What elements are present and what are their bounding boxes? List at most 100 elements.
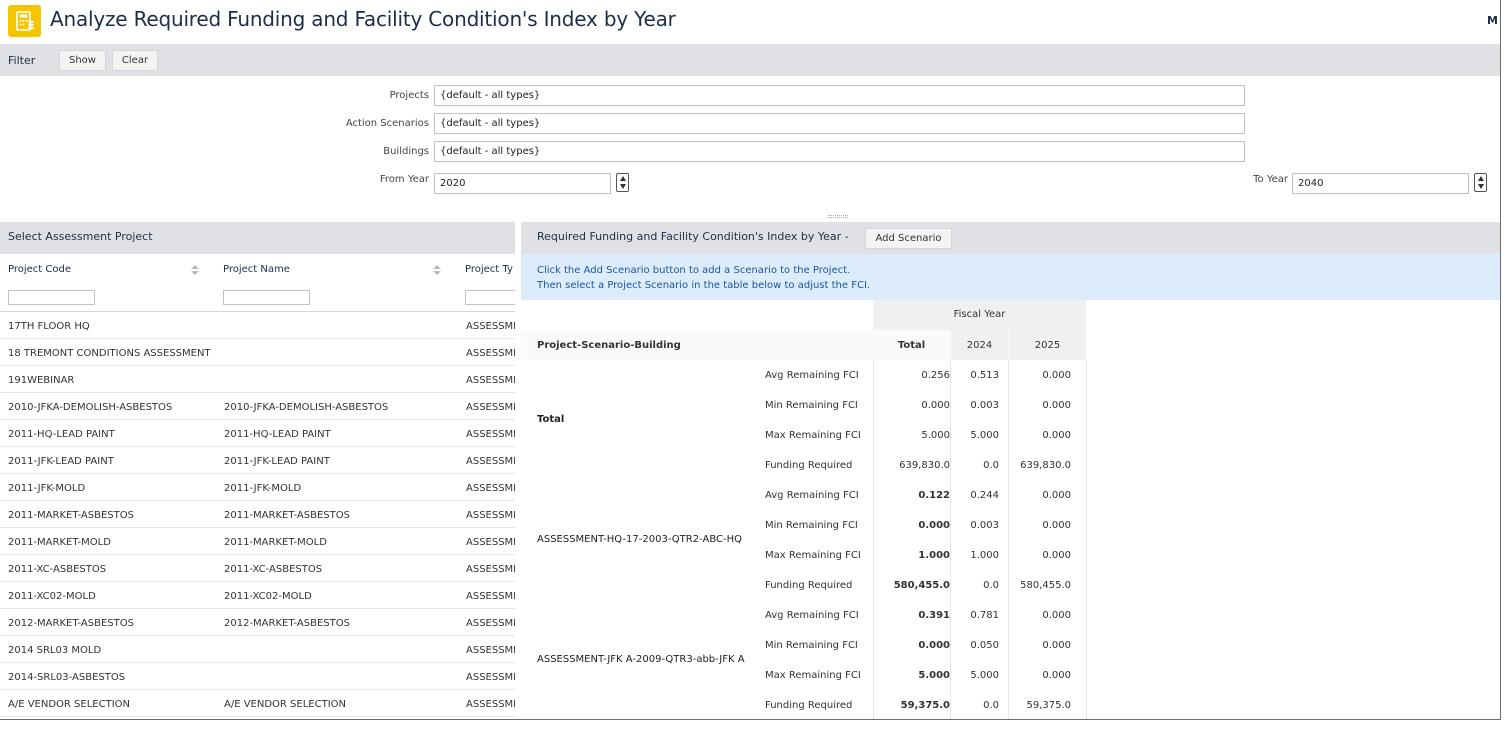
table-row[interactable]: 191WEBINAR ASSESSME bbox=[0, 366, 515, 393]
filter-label: Filter bbox=[8, 54, 36, 67]
project-type-cell: ASSESSME bbox=[466, 348, 515, 359]
metric-name-cell: Avg Remaining FCI bbox=[765, 610, 859, 621]
total-value-cell: 5.000 bbox=[921, 430, 950, 441]
total-value-cell: 580,455.0 bbox=[893, 580, 950, 591]
project-code-cell: 17TH FLOOR HQ bbox=[8, 321, 90, 332]
from-year-stepper[interactable] bbox=[616, 173, 629, 192]
project-type-cell: ASSESSME bbox=[466, 375, 515, 386]
project-type-cell: ASSESSME bbox=[466, 699, 515, 710]
year-value-cell: 5.000 bbox=[970, 430, 999, 441]
metric-row: Max Remaining FCI 5.000 5.000 0.000 bbox=[521, 420, 1086, 450]
column-header-project-name[interactable]: Project Name bbox=[223, 264, 290, 275]
project-code-cell: 2010-JFKA-DEMOLISH-ASBESTOS bbox=[8, 402, 173, 413]
project-code-cell: 2011-XC02-MOLD bbox=[8, 591, 96, 602]
year-value-cell: 0.000 bbox=[1042, 370, 1071, 381]
project-name-filter-input[interactable] bbox=[223, 290, 310, 305]
year-column-header[interactable]: 2024 bbox=[951, 330, 1008, 360]
table-row[interactable]: A/E VENDOR SELECTION A/E VENDOR SELECTION… bbox=[0, 690, 515, 717]
year-value-cell: 0.000 bbox=[1042, 670, 1071, 681]
sort-icon[interactable] bbox=[191, 265, 199, 277]
column-divider bbox=[873, 360, 874, 719]
table-row[interactable]: 2014 SRL03 MOLD ASSESSME bbox=[0, 636, 515, 663]
buildings-input[interactable]: {default - all types} bbox=[434, 141, 1245, 162]
table-row[interactable]: 17TH FLOOR HQ ASSESSME bbox=[0, 312, 515, 339]
column-header-project-code[interactable]: Project Code bbox=[8, 264, 71, 275]
project-type-cell: ASSESSME bbox=[466, 483, 515, 494]
fiscal-year-header: Fiscal Year bbox=[873, 300, 1086, 330]
year-column-header[interactable]: 2025 bbox=[1009, 330, 1086, 360]
metric-row: Avg Remaining FCI 0.256 0.513 0.000 bbox=[521, 360, 1086, 390]
clear-button[interactable]: Clear bbox=[112, 50, 158, 71]
table-row[interactable]: 2012-MARKET-ASBESTOS 2012-MARKET-ASBESTOS… bbox=[0, 609, 515, 636]
project-type-cell: ASSESSME bbox=[466, 537, 515, 548]
project-code-cell: 2011-JFK-MOLD bbox=[8, 483, 86, 494]
panel-title: Select Assessment Project bbox=[0, 222, 515, 254]
metric-row: Min Remaining FCI 0.000 0.050 0.000 bbox=[521, 630, 1086, 660]
project-type-cell: ASSESSME bbox=[466, 564, 515, 575]
filter-bar: Filter Show Clear bbox=[0, 44, 1500, 76]
panel-splitter-handle[interactable] bbox=[828, 215, 848, 218]
year-value-cell: 0.244 bbox=[970, 490, 999, 501]
total-value-cell: 59,375.0 bbox=[900, 700, 950, 711]
metric-row: Funding Required 580,455.0 0.0 580,455.0 bbox=[521, 570, 1086, 600]
from-year-input[interactable]: 2020 bbox=[434, 173, 611, 194]
project-code-cell: 2011-MARKET-ASBESTOS bbox=[8, 510, 134, 521]
project-code-cell: 191WEBINAR bbox=[8, 375, 75, 386]
project-code-filter-input[interactable] bbox=[8, 290, 95, 305]
table-row[interactable]: 2011-MARKET-ASBESTOS 2011-MARKET-ASBESTOS… bbox=[0, 501, 515, 528]
action-scenarios-label: Action Scenarios bbox=[345, 118, 429, 129]
metric-row: Min Remaining FCI 0.000 0.003 0.000 bbox=[521, 390, 1086, 420]
to-year-input[interactable]: 2040 bbox=[1292, 173, 1469, 194]
row-dimension-header: Project-Scenario-Building bbox=[537, 340, 681, 351]
panel-title: Required Funding and Facility Condition'… bbox=[521, 222, 1500, 254]
table-row[interactable]: 2011-MARKET-MOLD 2011-MARKET-MOLD ASSESSME bbox=[0, 528, 515, 555]
year-value-cell: 639,830.0 bbox=[1020, 460, 1071, 471]
projects-input[interactable]: {default - all types} bbox=[434, 85, 1245, 106]
metric-name-cell: Min Remaining FCI bbox=[765, 400, 858, 411]
column-header-project-type[interactable]: Project Ty bbox=[465, 264, 513, 275]
project-code-cell: 2012-MARKET-ASBESTOS bbox=[8, 618, 134, 629]
metric-name-cell: Min Remaining FCI bbox=[765, 520, 858, 531]
metric-row: Avg Remaining FCI 0.391 0.781 0.000 bbox=[521, 600, 1086, 630]
project-code-cell: 2011-MARKET-MOLD bbox=[8, 537, 111, 548]
funding-fci-panel: Required Funding and Facility Condition'… bbox=[521, 222, 1500, 719]
project-name-cell: 2010-JFKA-DEMOLISH-ASBESTOS bbox=[224, 402, 389, 413]
add-scenario-button[interactable]: Add Scenario bbox=[865, 228, 952, 249]
page-title: Analyze Required Funding and Facility Co… bbox=[50, 7, 676, 31]
action-scenarios-input[interactable]: {default - all types} bbox=[434, 113, 1245, 134]
project-type-cell: ASSESSME bbox=[466, 321, 515, 332]
project-name-cell: 2011-JFK-MOLD bbox=[224, 483, 302, 494]
table-row[interactable]: 2011-HQ-LEAD PAINT 2011-HQ-LEAD PAINT ASSE… bbox=[0, 420, 515, 447]
table-row[interactable]: 2011-XC-ASBESTOS 2011-XC-ASBESTOS ASSESSME bbox=[0, 555, 515, 582]
project-type-filter-input[interactable] bbox=[465, 290, 515, 305]
column-divider bbox=[950, 360, 951, 719]
table-row[interactable]: 2011-JFK-LEAD PAINT 2011-JFK-LEAD PAINT AS… bbox=[0, 447, 515, 474]
project-name-cell: 2012-MARKET-ASBESTOS bbox=[224, 618, 350, 629]
project-type-cell: ASSESSME bbox=[466, 510, 515, 521]
project-code-cell: 18 TREMONT CONDITIONS ASSESSMENT bbox=[8, 348, 211, 359]
table-row[interactable]: 2011-JFK-MOLD 2011-JFK-MOLD ASSESSME bbox=[0, 474, 515, 501]
metric-name-cell: Max Remaining FCI bbox=[765, 670, 861, 681]
sort-icon[interactable] bbox=[433, 265, 441, 277]
metric-row: Funding Required 59,375.0 0.0 59,375.0 bbox=[521, 690, 1086, 719]
year-value-cell: 580,455.0 bbox=[1020, 580, 1071, 591]
metric-name-cell: Funding Required bbox=[765, 460, 853, 471]
table-row[interactable]: 18 TREMONT CONDITIONS ASSESSMENT ASSESSME bbox=[0, 339, 515, 366]
total-value-cell: 639,830.0 bbox=[899, 460, 950, 471]
metric-name-cell: Avg Remaining FCI bbox=[765, 370, 859, 381]
table-row[interactable]: 2014-SRL03-ASBESTOS ASSESSME bbox=[0, 663, 515, 690]
project-type-cell: ASSESSME bbox=[466, 402, 515, 413]
project-code-cell: A/E VENDOR SELECTION bbox=[8, 699, 130, 710]
column-divider bbox=[1008, 360, 1009, 719]
project-name-cell: 2011-XC-ASBESTOS bbox=[224, 564, 323, 575]
app-frame: Analyze Required Funding and Facility Co… bbox=[0, 0, 1501, 720]
table-row[interactable]: 2010-JFKA-DEMOLISH-ASBESTOS 2010-JFKA-DEM… bbox=[0, 393, 515, 420]
user-menu[interactable]: M bbox=[1487, 14, 1498, 27]
metric-row: Min Remaining FCI 0.000 0.003 0.000 bbox=[521, 510, 1086, 540]
show-button[interactable]: Show bbox=[59, 50, 106, 71]
to-year-stepper[interactable] bbox=[1474, 173, 1487, 192]
to-year-label: To Year bbox=[1253, 174, 1288, 185]
project-name-cell: 2011-HQ-LEAD PAINT bbox=[224, 429, 331, 440]
year-value-cell: 59,375.0 bbox=[1026, 700, 1071, 711]
table-row[interactable]: 2011-XC02-MOLD 2011-XC02-MOLD ASSESSME bbox=[0, 582, 515, 609]
